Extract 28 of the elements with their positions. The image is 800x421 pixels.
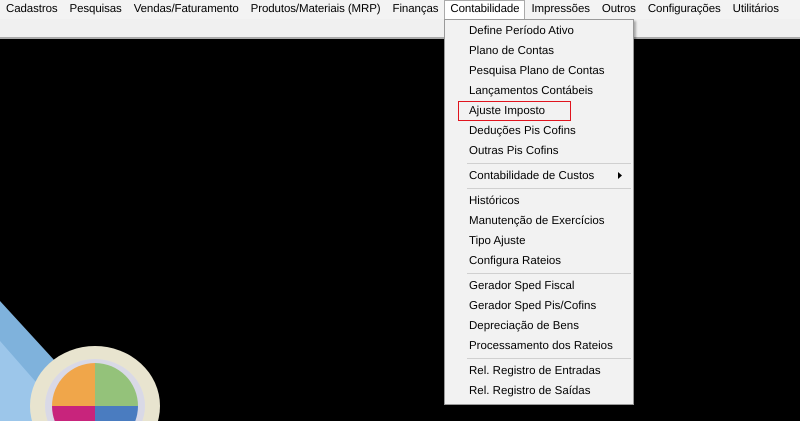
menu-bar-item[interactable]: Vendas/Faturamento [128,0,245,20]
menu-item[interactable]: Depreciação de Bens [458,316,631,336]
menu-bar-item[interactable]: Impressões [525,0,596,20]
menu-bar-item[interactable]: Cadastros [0,0,64,20]
menu-item[interactable]: Pesquisa Plano de Contas [458,61,631,81]
menu-item[interactable]: Rel. Registro de Entradas [458,361,631,381]
menu-item[interactable]: Contabilidade de Custos [458,166,631,186]
menu-item[interactable]: Ajuste Imposto [458,101,571,121]
menu-item[interactable]: Gerador Sped Fiscal [458,276,631,296]
menu-bar-item[interactable]: Finanças [386,0,444,20]
menu-item[interactable]: Configura Rateios [458,251,631,271]
menu-item[interactable]: Plano de Contas [458,41,631,61]
menu-item[interactable]: Tipo Ajuste [458,231,631,251]
menu-item[interactable]: Rel. Registro de Saídas [458,381,631,401]
menu-bar-item[interactable]: Outros [596,0,642,20]
menu-bar-item[interactable]: Produtos/Materiais (MRP) [244,0,387,20]
menu-item[interactable]: Outras Pis Cofins [458,141,631,161]
menu-item[interactable]: Gerador Sped Pis/Cofins [458,296,631,316]
menu-item[interactable]: Manutenção de Exercícios [458,211,631,231]
menu-item[interactable]: Processamento dos Rateios [458,336,631,356]
menu-bar-item[interactable]: Configurações [642,0,727,20]
menu-item[interactable]: Define Período Ativo [458,21,631,41]
menu-item[interactable]: Históricos [458,191,631,211]
menu-item[interactable]: Lançamentos Contábeis [458,81,631,101]
menu-bar-item[interactable]: Utilitários [726,0,785,20]
menu-bar-item[interactable]: Pesquisas [64,0,128,20]
menu-item[interactable]: Deduções Pis Cofins [458,121,631,141]
menu-bar-item[interactable]: Contabilidade [444,0,526,20]
